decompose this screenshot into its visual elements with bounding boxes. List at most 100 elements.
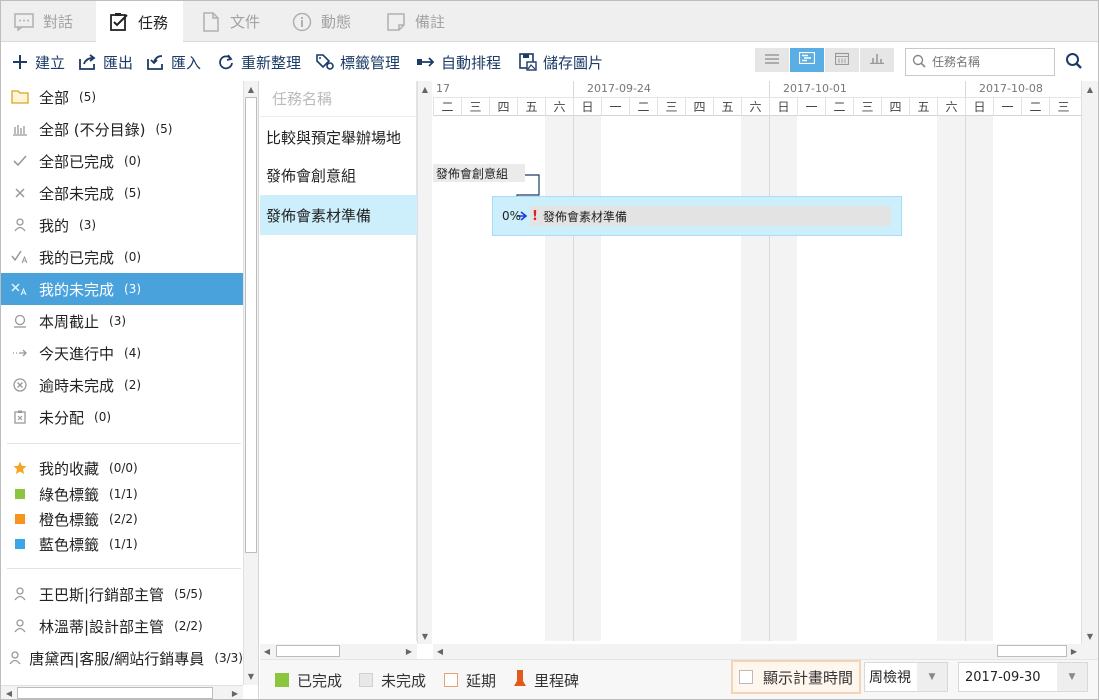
scroll-right-icon[interactable]: ▶ — [228, 686, 242, 699]
sidebar-scrollbar[interactable]: ▲ ▼ — [243, 81, 258, 685]
day-label: 二 — [433, 98, 461, 116]
day-label: 六 — [741, 98, 769, 116]
tab-task[interactable]: 任務 — [96, 1, 183, 43]
sidebar-item-favorites[interactable]: 我的收藏 (0/0) — [1, 452, 243, 484]
sidebar-item-label: 林溫蒂|設計部主管 — [39, 617, 165, 636]
sidebar-item-today[interactable]: 今天進行中 (4) — [1, 337, 243, 369]
refresh-button[interactable]: 重新整理 — [215, 43, 301, 81]
gantt-view-button[interactable] — [790, 48, 824, 72]
scroll-down-icon[interactable]: ▼ — [418, 629, 432, 643]
sidebar-item-count: (3) — [79, 218, 97, 232]
sidebar-item-all[interactable]: 全部 (5) — [1, 81, 243, 113]
import-button[interactable]: 匯入 — [145, 43, 201, 81]
scroll-left-icon[interactable]: ◀ — [2, 686, 16, 699]
sidebar-hscrollbar[interactable]: ◀ ▶ — [1, 685, 243, 699]
sidebar-member-item[interactable]: 唐黛西|客服/網站行銷專員 (3/3) — [1, 642, 243, 674]
unassigned-icon — [9, 406, 31, 428]
sidebar-item-count: (2) — [124, 378, 142, 392]
scroll-down-icon[interactable]: ▼ — [244, 669, 258, 683]
tab-activity[interactable]: 動態 — [279, 1, 371, 42]
sidebar-item-all-flat[interactable]: 全部 (不分目錄) (5) — [1, 113, 243, 145]
tasklist-hscrollbar[interactable]: ◀ ▶ — [260, 644, 417, 659]
scroll-right-icon[interactable]: ▶ — [402, 644, 416, 658]
undone-swatch — [359, 673, 373, 687]
tag-gear-icon — [314, 51, 336, 73]
task-row[interactable]: 發佈會創意組 — [260, 155, 417, 195]
orange-tag-icon — [9, 508, 31, 530]
tab-chat[interactable]: 對話 — [1, 1, 96, 42]
sidebar-item-all-undone[interactable]: 全部未完成 (5) — [1, 177, 243, 209]
create-label: 建立 — [35, 53, 66, 72]
info-icon — [291, 11, 313, 33]
sidebar-item-blue-tag[interactable]: 藍色標籤 (1/1) — [1, 531, 243, 557]
list-view-button[interactable] — [755, 48, 789, 72]
tasklist-scrollbar[interactable]: ▲ ▼ — [417, 81, 432, 644]
sidebar-item-label: 我的 — [39, 216, 70, 235]
scroll-right-icon[interactable]: ▶ — [1067, 644, 1081, 658]
gantt-hscrollbar[interactable]: ◀ ▶ — [433, 644, 1098, 659]
tag-manage-button[interactable]: 標籤管理 — [314, 43, 400, 81]
task-row[interactable]: 比較與預定舉辦場地 — [260, 117, 417, 157]
scroll-thumb[interactable] — [997, 645, 1067, 657]
date-select[interactable]: 2017-09-30 ▼ — [958, 662, 1088, 692]
sidebar-item-mine-undone[interactable]: 我的未完成 (3) — [1, 273, 243, 305]
scroll-left-icon[interactable]: ◀ — [260, 644, 274, 658]
weekend-column — [545, 116, 573, 641]
checkbox[interactable] — [739, 670, 753, 684]
done-swatch — [275, 673, 289, 687]
sidebar-member-item[interactable]: 林溫蒂|設計部主管 (2/2) — [1, 610, 243, 642]
save-image-button[interactable]: 儲存圖片 — [517, 43, 603, 81]
legend-label: 里程碑 — [534, 671, 580, 690]
sidebar-item-all-done[interactable]: 全部已完成 (0) — [1, 145, 243, 177]
sidebar-item-orange-tag[interactable]: 橙色標籤 (2/2) — [1, 506, 243, 532]
task-row-selected[interactable]: 發佈會素材準備 — [260, 195, 417, 235]
scroll-up-icon[interactable]: ▲ — [1083, 82, 1097, 96]
scroll-up-icon[interactable]: ▲ — [418, 82, 432, 96]
sidebar-item-overdue[interactable]: 逾時未完成 (2) — [1, 369, 243, 401]
export-icon — [77, 51, 99, 73]
scroll-down-icon[interactable]: ▼ — [1083, 629, 1097, 643]
tab-label: 文件 — [230, 13, 261, 31]
chart-view-button[interactable] — [860, 48, 894, 72]
sidebar-item-count: (5/5) — [174, 587, 203, 601]
delayed-swatch — [444, 673, 458, 687]
star-icon — [9, 457, 31, 479]
gantt-bar-materials[interactable]: ! 發佈會素材準備 — [530, 206, 891, 226]
refresh-label: 重新整理 — [241, 53, 302, 72]
scroll-up-icon[interactable]: ▲ — [244, 82, 258, 96]
scroll-left-icon[interactable]: ◀ — [433, 644, 447, 658]
day-label: 一 — [993, 98, 1021, 116]
bar-chart-icon — [870, 52, 884, 68]
gantt-bar-creative[interactable]: 發佈會創意組 — [433, 164, 525, 182]
scroll-thumb[interactable] — [17, 687, 213, 699]
tab-document[interactable]: 文件 — [188, 1, 278, 42]
sidebar-item-count: (0) — [94, 410, 112, 424]
search-box[interactable] — [905, 48, 1055, 76]
sidebar-member-item[interactable]: 王巴斯|行銷部主管 (5/5) — [1, 578, 243, 610]
gantt-scrollbar[interactable]: ▲ ▼ — [1081, 81, 1098, 644]
scroll-thumb[interactable] — [245, 97, 257, 553]
task-name-header: 任務名稱 — [260, 81, 417, 117]
create-button[interactable]: 建立 — [9, 43, 65, 81]
search-button[interactable] — [1065, 52, 1087, 74]
user-cross-icon — [9, 278, 31, 300]
sidebar-item-label: 綠色標籤 — [39, 485, 100, 504]
calendar-view-button[interactable] — [825, 48, 859, 72]
sidebar-item-unassigned[interactable]: 未分配 (0) — [1, 401, 243, 433]
sidebar-item-label: 全部未完成 — [39, 184, 115, 203]
sidebar-item-mine[interactable]: 我的 (3) — [1, 209, 243, 241]
sidebar-item-mine-done[interactable]: 我的已完成 (0) — [1, 241, 243, 273]
tab-notes[interactable]: 備註 — [373, 1, 463, 42]
gantt-day-header: 二三四五六日一二三四五六日一二三四五六日一二三 — [433, 98, 1081, 116]
scroll-thumb[interactable] — [276, 645, 340, 657]
search-input[interactable] — [932, 55, 1042, 69]
show-plan-time-toggle[interactable]: 顯示計畫時間 — [731, 660, 861, 694]
day-label: 五 — [517, 98, 545, 116]
sidebar-item-week-due[interactable]: 本周截止 (3) — [1, 305, 243, 337]
sidebar-item-label: 今天進行中 — [39, 344, 115, 363]
export-button[interactable]: 匯出 — [77, 43, 133, 81]
sidebar-item-label: 王巴斯|行銷部主管 — [39, 585, 165, 604]
auto-schedule-button[interactable]: 自動排程 — [415, 43, 501, 81]
view-mode-select[interactable]: 周檢視 ▼ — [864, 662, 948, 692]
sidebar-item-green-tag[interactable]: 綠色標籤 (1/1) — [1, 481, 243, 507]
